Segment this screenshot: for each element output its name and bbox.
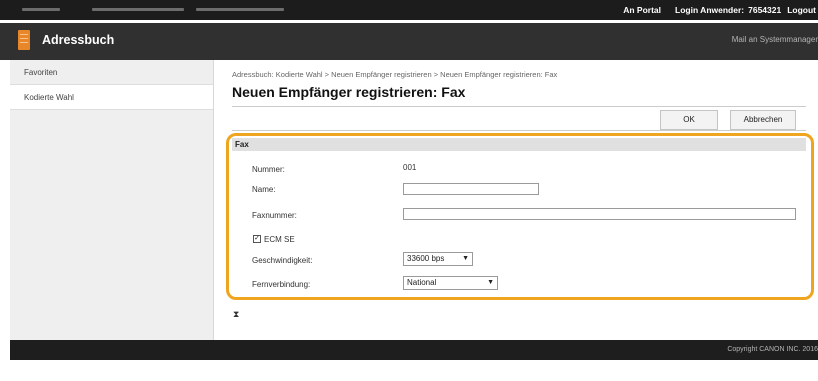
footer: Copyright CANON INC. 2016 bbox=[10, 340, 818, 360]
scroll-to-top-icon[interactable]: ⧗ bbox=[233, 309, 239, 320]
cancel-button[interactable]: Abbrechen bbox=[730, 110, 796, 130]
login-user-label: Login Anwender: bbox=[675, 5, 745, 15]
divider bbox=[232, 130, 806, 131]
page-title: Neuen Empfänger registrieren: Fax bbox=[232, 84, 466, 100]
fax-section-header: Fax bbox=[232, 138, 806, 151]
faxnummer-label: Faxnummer: bbox=[252, 211, 297, 220]
login-user-id: 7654321 bbox=[748, 5, 782, 15]
speed-value: 33600 bps bbox=[407, 254, 445, 263]
app-title: Adressbuch bbox=[42, 33, 115, 47]
obscured-text bbox=[22, 8, 60, 11]
name-label: Name: bbox=[252, 185, 276, 194]
speed-label: Geschwindigkeit: bbox=[252, 256, 313, 265]
nummer-value: 001 bbox=[403, 163, 417, 172]
portal-link[interactable]: An Portal bbox=[623, 5, 661, 15]
remote-label: Fernverbindung: bbox=[252, 280, 311, 289]
obscured-text bbox=[196, 8, 284, 11]
obscured-text bbox=[92, 8, 184, 11]
name-field[interactable] bbox=[403, 183, 539, 195]
sidebar-item-favoriten[interactable]: Favoriten bbox=[10, 60, 213, 85]
chevron-down-icon: ▼ bbox=[487, 279, 494, 286]
chevron-down-icon: ▼ bbox=[462, 255, 469, 262]
ecm-label: ECM SE bbox=[264, 235, 295, 244]
remote-value: National bbox=[407, 278, 437, 287]
nummer-label: Nummer: bbox=[252, 165, 285, 174]
top-bar: An Portal Login Anwender: 7654321 Logout bbox=[0, 0, 818, 20]
breadcrumb: Adressbuch: Kodierte Wahl > Neuen Empfän… bbox=[232, 70, 558, 79]
copyright-text: Copyright CANON INC. 2016 bbox=[727, 346, 818, 353]
speed-select[interactable]: 33600 bps ▼ bbox=[403, 252, 473, 266]
divider bbox=[232, 106, 806, 107]
faxnummer-field[interactable] bbox=[403, 208, 796, 220]
app-header bbox=[0, 23, 818, 60]
remote-connection-select[interactable]: National ▼ bbox=[403, 276, 498, 290]
address-book-icon bbox=[18, 30, 30, 50]
ok-button[interactable]: OK bbox=[660, 110, 718, 130]
sidebar: Favoriten Kodierte Wahl bbox=[10, 60, 214, 340]
mail-to-admin-link[interactable]: Mail an Systemmanager bbox=[732, 35, 818, 44]
logout-link[interactable]: Logout bbox=[787, 5, 816, 15]
sidebar-item-kodierte-wahl[interactable]: Kodierte Wahl bbox=[10, 85, 213, 110]
ecm-checkbox[interactable]: ✓ bbox=[253, 235, 261, 243]
